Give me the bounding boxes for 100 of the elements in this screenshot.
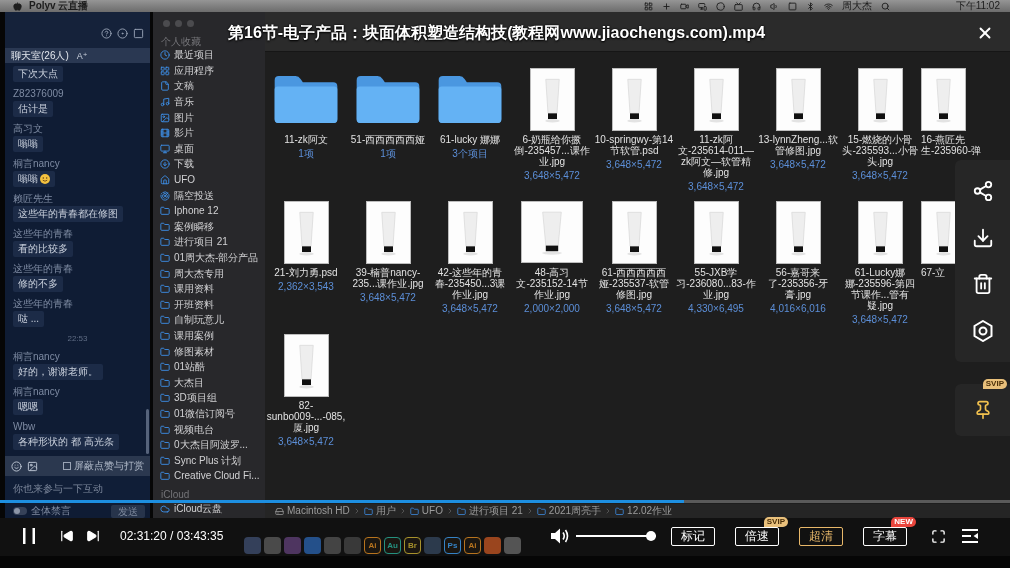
path-item[interactable]: 2021周亮手 xyxy=(548,505,602,517)
sidebar-item[interactable]: 课用案例 xyxy=(174,330,214,342)
folder-icon[interactable] xyxy=(274,75,338,123)
document-icon[interactable] xyxy=(160,81,170,92)
folder-icon[interactable] xyxy=(438,75,502,123)
app-icon[interactable]: Ps xyxy=(444,537,461,554)
tube-thumbnail[interactable] xyxy=(611,200,657,264)
file-name[interactable]: 61-西西西西西娅-235537-软管修图.jpg xyxy=(594,267,674,300)
tube-thumbnail[interactable] xyxy=(521,201,583,263)
volume-knob[interactable] xyxy=(646,531,656,541)
file-name[interactable]: 16-燕匠先生-235960-弹 xyxy=(921,134,1001,156)
sidebar-item[interactable]: 桌面 xyxy=(174,142,194,155)
sidebar-item[interactable]: 最近项目 xyxy=(174,49,214,62)
sidebar-item[interactable]: 开班资料 xyxy=(174,298,214,311)
sidebar-item[interactable]: Sync Plus 计划 xyxy=(174,454,242,467)
radar-icon[interactable] xyxy=(160,190,170,201)
sidebar-item[interactable]: 01微信订阅号 xyxy=(174,407,236,420)
tube-thumbnail[interactable] xyxy=(611,67,657,131)
download-button[interactable] xyxy=(971,226,994,249)
sidebar-item[interactable]: 图片 xyxy=(174,111,194,124)
folder-icon[interactable] xyxy=(160,377,170,388)
grid-icon[interactable] xyxy=(643,1,653,11)
sidebar-item[interactable]: 进行项目 21 xyxy=(174,236,228,249)
tube-thumbnail[interactable] xyxy=(857,67,903,131)
sidebar-item[interactable]: 视频电台 xyxy=(174,423,214,436)
folder-icon[interactable] xyxy=(160,362,170,373)
square-icon[interactable] xyxy=(787,1,797,11)
user-name[interactable]: 周大杰 xyxy=(841,0,872,12)
pause-button[interactable] xyxy=(22,528,36,544)
speaker-icon[interactable] xyxy=(769,1,779,11)
file-name[interactable]: 55-JXB学习-236080...83-作业.jpg xyxy=(676,267,756,300)
folder-icon[interactable] xyxy=(160,408,170,419)
app-name[interactable]: Polyv 云直播 xyxy=(29,0,89,12)
volume-button[interactable] xyxy=(551,528,569,544)
file-name[interactable]: 51-西西西西西娅 xyxy=(350,134,426,145)
app-icon[interactable]: Ai xyxy=(464,537,481,554)
folder-icon[interactable] xyxy=(160,455,170,466)
volume-slider[interactable] xyxy=(576,531,656,541)
screen-icon[interactable] xyxy=(733,1,743,11)
folder-icon[interactable] xyxy=(160,206,170,217)
file-name[interactable]: 21-刘力勇.psd xyxy=(274,267,338,278)
sidebar-item[interactable]: 课用资料 xyxy=(174,283,214,296)
file-name[interactable]: 61-lucky 娜娜 xyxy=(440,134,500,145)
next-button[interactable] xyxy=(86,529,100,543)
tube-thumbnail[interactable] xyxy=(857,200,903,264)
file-name[interactable]: 82-sunbo009-...-085,厦.jpg xyxy=(266,400,346,433)
tube-thumbnail[interactable] xyxy=(693,67,739,131)
folder-icon[interactable] xyxy=(160,471,170,482)
monitor-icon[interactable] xyxy=(160,143,170,154)
tube-thumbnail[interactable] xyxy=(921,200,955,264)
sidebar-item[interactable]: 修图素材 xyxy=(174,345,214,358)
file-name[interactable]: 48-高习文-235152-14节作业.jpg xyxy=(512,267,592,300)
tube-thumbnail[interactable] xyxy=(775,67,821,131)
file-name[interactable]: 13-lynnZheng...软管修图.jpg xyxy=(758,134,838,156)
sidebar-item[interactable]: 下载 xyxy=(174,158,194,171)
music-icon[interactable] xyxy=(160,97,170,108)
send-button[interactable]: 发送 xyxy=(111,504,145,518)
image-icon[interactable] xyxy=(27,460,38,472)
tube-thumbnail[interactable] xyxy=(365,200,411,264)
path-item[interactable]: 用户 xyxy=(375,505,396,517)
scrollbar-thumb[interactable] xyxy=(146,409,149,454)
player-button[interactable]: 超清 xyxy=(799,526,843,546)
tube-thumbnail[interactable] xyxy=(283,333,329,397)
folder-icon[interactable] xyxy=(160,253,170,263)
path-item[interactable]: 12.02作业 xyxy=(627,505,673,517)
folder-icon[interactable] xyxy=(160,424,170,435)
tube-thumbnail[interactable] xyxy=(447,200,493,264)
file-name[interactable]: 6-奶瓶给你撅倒-235457...课作业.jpg xyxy=(512,134,592,167)
folder-icon[interactable] xyxy=(160,440,170,451)
app-icon[interactable]: Au xyxy=(384,537,401,554)
toggle-switch[interactable] xyxy=(13,507,27,515)
share-button[interactable] xyxy=(971,180,994,203)
settings-button[interactable] xyxy=(971,319,994,342)
folder-icon[interactable] xyxy=(160,221,170,232)
wifi-icon[interactable] xyxy=(823,1,833,11)
app-icon[interactable]: Ai xyxy=(364,537,381,554)
menu-clock[interactable]: 下午11:02 xyxy=(955,0,1000,12)
film-icon[interactable] xyxy=(160,128,170,139)
file-name[interactable]: 11-zk阿文-235614-011—zk阿文—软管精修.jpg xyxy=(676,134,756,178)
file-name[interactable]: 11-zk阿文 xyxy=(284,134,328,145)
app-icon[interactable] xyxy=(484,537,501,554)
clock-icon[interactable] xyxy=(160,50,170,61)
path-item[interactable]: 进行项目 21 xyxy=(468,505,523,517)
image-icon[interactable] xyxy=(160,112,170,123)
player-button[interactable]: 标记 xyxy=(671,526,715,546)
playlist-button[interactable] xyxy=(962,529,978,543)
sidebar-item[interactable]: 案例瞬移 xyxy=(174,220,214,233)
file-name[interactable]: 10-springwy-第14节软管.psd xyxy=(594,134,674,156)
folder-icon[interactable] xyxy=(160,331,170,341)
plus-icon[interactable] xyxy=(661,1,671,11)
sidebar-item[interactable]: 文稿 xyxy=(174,80,194,93)
download-icon[interactable] xyxy=(160,159,170,170)
sidebar-item[interactable]: Iphone 12 xyxy=(174,205,219,218)
apple-icon[interactable] xyxy=(13,1,22,11)
house-icon[interactable] xyxy=(160,175,170,186)
bluetooth-icon[interactable] xyxy=(805,1,815,11)
folder-icon[interactable] xyxy=(356,75,420,123)
smiley-icon[interactable] xyxy=(11,460,22,472)
folder-icon[interactable] xyxy=(160,315,170,326)
camera-icon[interactable] xyxy=(679,1,689,11)
